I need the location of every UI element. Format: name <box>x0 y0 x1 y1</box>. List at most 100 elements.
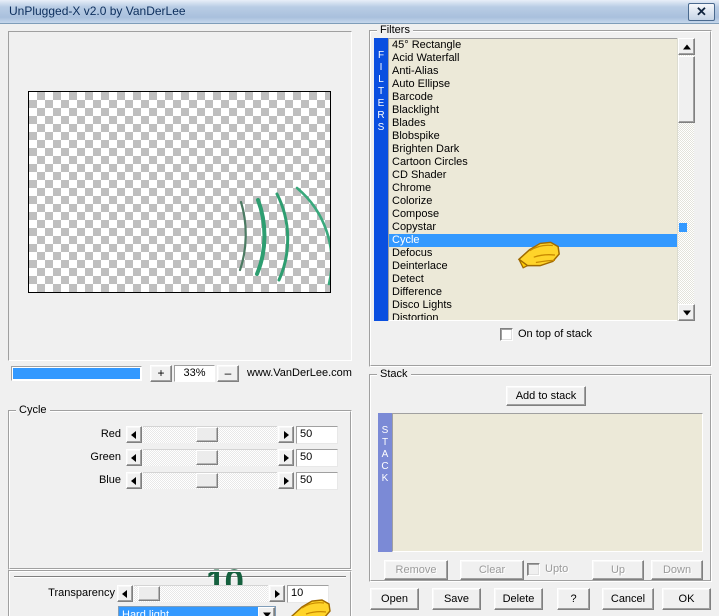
on-top-of-stack-box[interactable] <box>500 328 513 341</box>
scroll-down-icon[interactable] <box>678 304 695 321</box>
blue-value-field[interactable]: 50 <box>296 472 338 490</box>
filter-list-item[interactable]: Auto Ellipse <box>389 78 692 91</box>
filters-vertical-strip: F I L T E R S <box>374 38 388 321</box>
upto-label: Upto <box>545 563 569 575</box>
cancel-button[interactable]: Cancel <box>602 588 654 610</box>
filters-strip-letter-f: F <box>377 50 385 61</box>
upto-box[interactable] <box>527 563 540 576</box>
remove-button[interactable]: Remove <box>384 560 448 580</box>
preview-canvas[interactable] <box>28 91 331 293</box>
zoom-out-button[interactable]: – <box>217 365 239 382</box>
blue-slider-thumb[interactable] <box>196 473 218 488</box>
up-button[interactable]: Up <box>592 560 644 580</box>
red-slider[interactable] <box>126 426 294 443</box>
green-label: Green <box>90 451 121 463</box>
blue-slider-row: Blue 50 <box>9 472 353 491</box>
filters-scroll-thumb[interactable] <box>678 56 695 123</box>
blue-increment-button[interactable] <box>278 472 294 489</box>
filter-list-item[interactable]: Deinterlace <box>389 260 692 273</box>
red-decrement-button[interactable] <box>126 426 142 443</box>
filter-list-item[interactable]: Defocus <box>389 247 692 260</box>
filter-list-item[interactable]: Blobspike <box>389 130 692 143</box>
close-icon[interactable]: ✕ <box>688 3 715 21</box>
save-button[interactable]: Save <box>432 588 481 610</box>
cycle-group: Cycle Red 50 Green 50 Blue 50 <box>8 404 353 570</box>
stack-strip-letter-a: A <box>381 449 389 460</box>
red-increment-button[interactable] <box>278 426 294 443</box>
delete-button[interactable]: Delete <box>494 588 543 610</box>
filters-strip-letter-i: I <box>379 62 383 73</box>
cycle-group-label: Cycle <box>16 404 50 416</box>
filter-list-item[interactable]: Difference <box>389 286 692 299</box>
clear-button[interactable]: Clear <box>460 560 524 580</box>
red-slider-thumb[interactable] <box>196 427 218 442</box>
filter-list-item[interactable]: Colorize <box>389 195 692 208</box>
preview-panel <box>8 31 352 361</box>
green-slider-row: Green 50 <box>9 449 353 468</box>
filter-list-item[interactable]: Distortion <box>389 312 692 320</box>
filter-list-item[interactable]: Copystar <box>389 221 692 234</box>
red-label: Red <box>100 428 121 440</box>
stack-strip-letter-t: T <box>381 437 389 448</box>
zoom-progress-fill <box>13 368 140 379</box>
title-bar: UnPlugged-X v2.0 by VanDerLee ✕ <box>0 0 719 24</box>
down-button[interactable]: Down <box>651 560 703 580</box>
filters-listbox[interactable]: 45° Rectangle Acid Waterfall Anti-Alias Aut… <box>388 38 693 321</box>
stack-group: Stack Add to stack S T A C K Remove Clea… <box>369 368 712 582</box>
stack-strip-letter-c: C <box>381 461 389 472</box>
green-increment-button[interactable] <box>278 449 294 466</box>
client-area: + 33% – www.VanDerLee.com Cycle Red 50 G… <box>0 24 719 616</box>
transparency-group <box>8 570 352 616</box>
stack-strip-letter-k: K <box>381 473 389 484</box>
filter-list-item[interactable]: Barcode <box>389 91 692 104</box>
filter-list-item[interactable]: Cartoon Circles <box>389 156 692 169</box>
filter-list-item[interactable]: Disco Lights <box>389 299 692 312</box>
green-decrement-button[interactable] <box>126 449 142 466</box>
zoom-in-button[interactable]: + <box>150 365 172 382</box>
filter-list-item[interactable]: Blades <box>389 117 692 130</box>
filter-list-item[interactable]: Anti-Alias <box>389 65 692 78</box>
stack-group-label: Stack <box>377 368 411 380</box>
filter-list-item[interactable]: Acid Waterfall <box>389 52 692 65</box>
red-slider-row: Red 50 <box>9 426 353 445</box>
filter-list-item[interactable]: Detect <box>389 273 692 286</box>
scroll-up-icon[interactable] <box>678 38 695 55</box>
preview-artwork <box>238 186 330 286</box>
filters-strip-letter-l: L <box>378 74 384 85</box>
stack-strip-letter-s: S <box>381 425 389 436</box>
on-top-of-stack-label: On top of stack <box>518 328 592 340</box>
red-value-field[interactable]: 50 <box>296 426 338 444</box>
zoom-progress-track[interactable] <box>11 366 142 381</box>
filter-list-item[interactable]: Chrome <box>389 182 692 195</box>
stack-listbox[interactable] <box>392 413 703 552</box>
filter-list-item[interactable]: Brighten Dark <box>389 143 692 156</box>
filters-strip-letter-t: T <box>377 86 385 97</box>
zoom-bar-row: + 33% – www.VanDerLee.com <box>8 365 352 383</box>
unplugged-x-window: UnPlugged-X v2.0 by VanDerLee ✕ + 33% – <box>0 0 719 616</box>
filters-group: Filters F I L T E R S 45° Rectangle Acid … <box>369 24 712 367</box>
filters-group-label: Filters <box>377 24 413 36</box>
filter-list-item[interactable]: Blacklight <box>389 104 692 117</box>
green-value-field[interactable]: 50 <box>296 449 338 467</box>
filters-scrollbar[interactable] <box>677 38 695 321</box>
filters-scroll-position-marker <box>679 223 687 232</box>
stack-vertical-strip: S T A C K <box>378 413 392 552</box>
filter-list-item[interactable]: CD Shader <box>389 169 692 182</box>
ok-button[interactable]: OK <box>662 588 711 610</box>
filter-list-item[interactable]: Compose <box>389 208 692 221</box>
filter-list-item[interactable]: 45° Rectangle <box>389 39 692 52</box>
filter-list-item[interactable]: Cycle <box>389 234 692 247</box>
green-slider-thumb[interactable] <box>196 450 218 465</box>
filters-strip-letter-e: E <box>377 98 385 109</box>
zoom-percent-value: 33% <box>174 365 215 382</box>
green-slider[interactable] <box>126 449 294 466</box>
blue-label: Blue <box>98 474 121 486</box>
blue-decrement-button[interactable] <box>126 472 142 489</box>
website-link[interactable]: www.VanDerLee.com <box>247 367 352 379</box>
blue-slider[interactable] <box>126 472 294 489</box>
window-title: UnPlugged-X v2.0 by VanDerLee <box>9 4 186 18</box>
open-button[interactable]: Open <box>370 588 419 610</box>
help-button[interactable]: ? <box>557 588 590 610</box>
add-to-stack-button[interactable]: Add to stack <box>506 386 586 406</box>
filters-strip-letter-r: R <box>377 110 385 121</box>
